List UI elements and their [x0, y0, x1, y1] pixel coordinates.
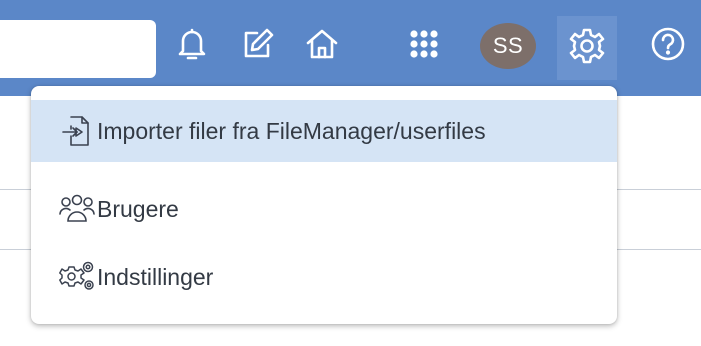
apps-button[interactable]	[402, 22, 446, 66]
notifications-button[interactable]	[170, 22, 214, 66]
menu-item-settings[interactable]: Indstillinger	[31, 246, 617, 308]
settings-dropdown-menu: Importer filer fra FileManager/userfiles…	[31, 86, 617, 324]
home-icon	[304, 27, 340, 61]
help-button[interactable]	[646, 22, 690, 66]
help-icon	[650, 26, 686, 62]
gear-icon	[568, 27, 606, 70]
search-input[interactable]	[0, 20, 156, 78]
menu-item-users[interactable]: Brugere	[31, 178, 617, 240]
edit-button[interactable]	[236, 22, 280, 66]
menu-item-import-files[interactable]: Importer filer fra FileManager/userfiles	[31, 100, 617, 162]
file-import-icon	[59, 113, 95, 149]
settings-button[interactable]	[557, 16, 617, 80]
page: SS Importer filer fra FileManager/userfi…	[0, 0, 701, 346]
gears-icon	[59, 259, 95, 295]
apps-grid-icon	[407, 27, 441, 61]
avatar-initials: SS	[492, 33, 524, 58]
user-avatar[interactable]: SS	[480, 23, 536, 69]
menu-item-label: Indstillinger	[97, 263, 214, 290]
users-icon	[59, 191, 95, 227]
menu-item-label: Brugere	[97, 195, 179, 222]
home-button[interactable]	[300, 22, 344, 66]
bell-icon	[175, 26, 209, 62]
top-bar: SS	[0, 0, 701, 96]
edit-icon	[241, 27, 275, 61]
menu-item-label: Importer filer fra FileManager/userfiles	[97, 117, 486, 144]
